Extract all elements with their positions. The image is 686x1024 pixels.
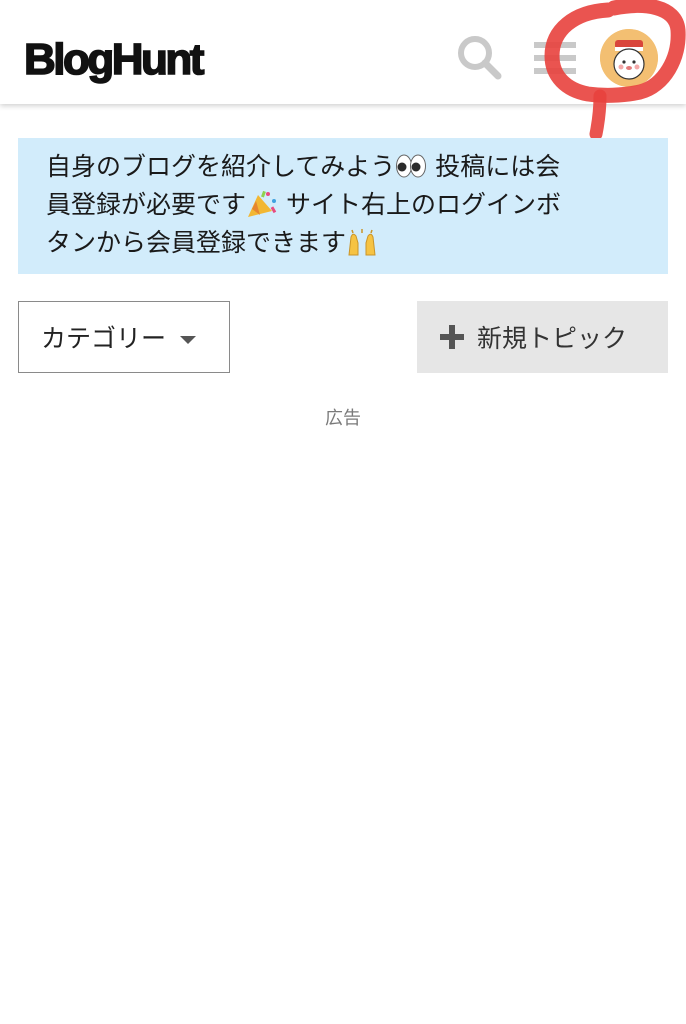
eyes-emoji bbox=[396, 154, 427, 178]
new-topic-button[interactable]: 新規トピック bbox=[417, 301, 668, 373]
ad-label: 広告 bbox=[325, 408, 361, 429]
new-topic-label: 新規トピック bbox=[477, 324, 628, 353]
notice-line-3: タンから会員登録できます bbox=[46, 224, 628, 262]
notice-line-1: 自身のブログを紹介してみよう 投稿には会 bbox=[46, 152, 561, 181]
hamburger-menu-icon[interactable] bbox=[528, 30, 584, 86]
avatar-illustration bbox=[600, 29, 658, 87]
notice-text: 自身のブログを紹介してみよう 投稿には会 員登録が必要です サイト右上のログイン… bbox=[46, 148, 628, 262]
caret-down-icon bbox=[180, 336, 197, 344]
raising-hands-emoji bbox=[348, 229, 376, 256]
app-header: BlogHunt bbox=[0, 0, 686, 104]
site-logo[interactable]: BlogHunt bbox=[23, 30, 205, 90]
user-avatar-icon[interactable] bbox=[600, 29, 658, 87]
category-label: カテゴリー bbox=[41, 324, 167, 353]
plus-icon bbox=[440, 325, 464, 349]
notice-banner: 自身のブログを紹介してみよう 投稿には会 員登録が必要です サイト右上のログイン… bbox=[18, 138, 668, 274]
page: BlogHunt 自身のブログを紹介してみよう 投稿には会 員登録が必要です サ… bbox=[0, 0, 686, 1024]
search-icon[interactable] bbox=[452, 30, 508, 86]
notice-line-2: 員登録が必要です サイト右上のログインボ bbox=[46, 190, 561, 219]
category-dropdown[interactable]: カテゴリー bbox=[18, 301, 230, 373]
party-popper-emoji bbox=[248, 190, 277, 217]
